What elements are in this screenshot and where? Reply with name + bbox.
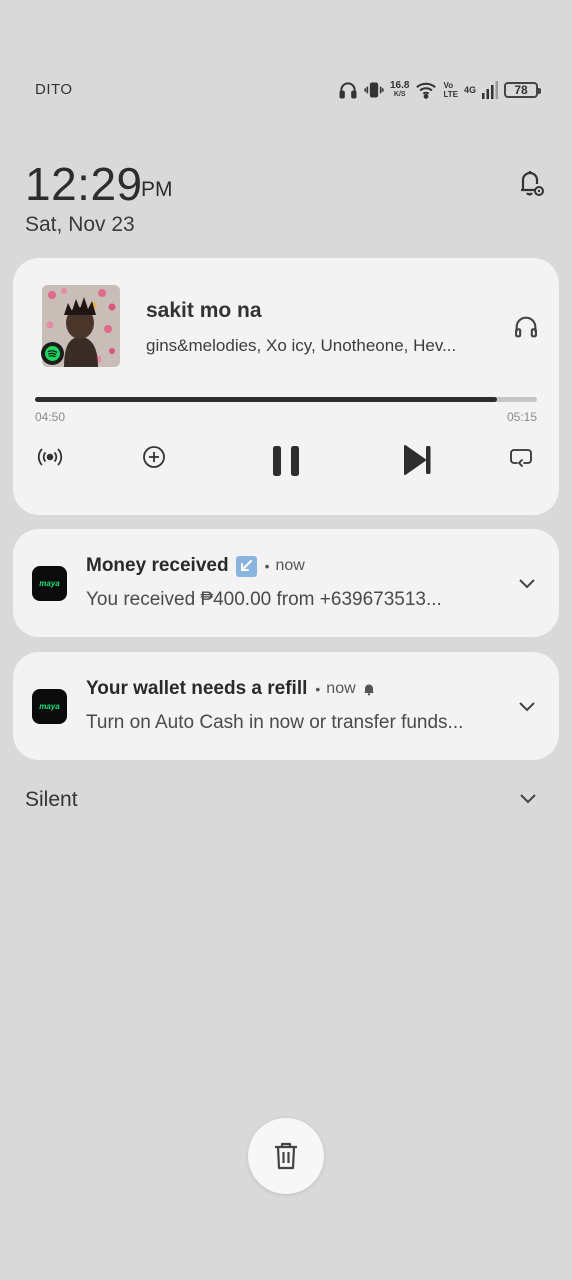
notification-title: Money received xyxy=(86,555,229,576)
status-bar: DITO 16.8 K/S Vo LTE 4G 78 xyxy=(0,76,572,104)
notification-settings-icon xyxy=(521,171,544,196)
network-speed: 16.8 K/S xyxy=(390,80,410,99)
notification-body: You received ₱400.00 from +639673513... xyxy=(86,589,442,610)
clock-time[interactable]: 12:29 xyxy=(25,157,143,211)
vibrate-icon xyxy=(364,82,384,98)
notification-money-received[interactable]: maya Money received • now You received ₱… xyxy=(13,529,559,637)
track-artist: gins&melodies, Xo icy, Unotheone, Hev... xyxy=(146,336,457,355)
clock-ampm: PM xyxy=(141,178,173,201)
notification-settings-button[interactable] xyxy=(512,165,548,201)
wifi-icon xyxy=(416,82,437,99)
skip-next-button[interactable] xyxy=(403,444,433,476)
silent-expand-button[interactable] xyxy=(518,791,538,810)
volte-indicator: Vo LTE xyxy=(443,81,458,99)
battery-icon: 78 xyxy=(504,82,541,98)
expand-button[interactable] xyxy=(517,699,537,718)
carrier-name: DITO xyxy=(35,81,73,98)
total-time: 05:15 xyxy=(506,410,537,424)
separator-dot: • xyxy=(315,681,321,697)
repeat-button[interactable] xyxy=(508,444,534,470)
network-type: 4G xyxy=(463,85,476,95)
notification-header: Your wallet needs a refill • now xyxy=(86,678,376,700)
media-output-button[interactable] xyxy=(512,313,540,346)
track-title: sakit mo na xyxy=(146,299,262,322)
trash-icon xyxy=(275,1142,297,1170)
chevron-down-icon xyxy=(519,702,535,712)
playback-progress-fill xyxy=(35,397,497,402)
chevron-down-icon xyxy=(519,579,535,589)
headphones-icon xyxy=(339,82,357,99)
signal-icon xyxy=(482,81,498,99)
incoming-arrow-icon xyxy=(235,555,257,577)
notification-time: now xyxy=(326,680,356,697)
headphones-icon xyxy=(515,316,537,338)
add-to-library-button[interactable] xyxy=(141,444,167,470)
broadcast-button[interactable] xyxy=(37,444,63,470)
notification-body: Turn on Auto Cash in now or transfer fun… xyxy=(86,712,464,733)
battery-level: 78 xyxy=(514,83,528,97)
playback-progress-bar[interactable] xyxy=(35,397,537,402)
pause-button[interactable] xyxy=(270,444,302,478)
skip-next-icon xyxy=(404,445,431,475)
maya-app-icon: maya xyxy=(32,689,67,724)
add-icon xyxy=(143,446,165,468)
notification-header: Money received • now xyxy=(86,555,305,577)
maya-app-icon: maya xyxy=(32,566,67,601)
status-icons: 16.8 K/S Vo LTE 4G 78 xyxy=(338,76,541,104)
broadcast-icon xyxy=(37,448,63,466)
spotify-icon xyxy=(41,342,64,365)
separator-dot: • xyxy=(264,558,270,574)
date-label[interactable]: Sat, Nov 23 xyxy=(25,213,135,237)
notification-time: now xyxy=(275,557,305,574)
chevron-down-icon xyxy=(520,794,536,804)
expand-button[interactable] xyxy=(517,576,537,595)
notification-wallet-refill[interactable]: maya Your wallet needs a refill • now Tu… xyxy=(13,652,559,760)
pause-icon xyxy=(273,446,299,476)
bell-icon xyxy=(363,684,374,696)
media-player-card[interactable]: sakit mo na gins&melodies, Xo icy, Unoth… xyxy=(13,258,559,515)
silent-section-label: Silent xyxy=(25,788,78,811)
notification-title: Your wallet needs a refill xyxy=(86,678,308,699)
elapsed-time: 04:50 xyxy=(35,410,66,424)
repeat-icon xyxy=(510,449,532,467)
clear-all-button[interactable] xyxy=(248,1118,324,1194)
